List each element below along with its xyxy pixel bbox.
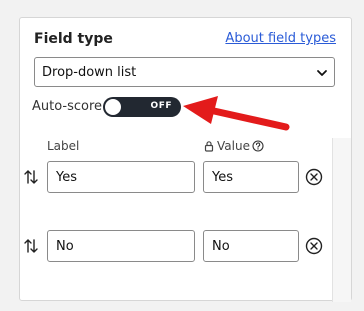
field-type-heading: Field type — [34, 31, 113, 47]
sort-arrows-icon[interactable] — [23, 169, 39, 185]
sort-arrows-icon[interactable] — [23, 238, 39, 254]
chevron-down-icon — [317, 70, 327, 76]
option-value-input[interactable] — [203, 161, 299, 193]
option-label-input[interactable] — [47, 161, 195, 193]
field-type-selected-value: Drop-down list — [42, 65, 137, 80]
option-label-input[interactable] — [47, 230, 195, 262]
remove-circle-icon[interactable] — [305, 168, 323, 186]
label-column-header: Label — [47, 139, 80, 153]
lock-icon — [204, 141, 214, 152]
option-row — [20, 161, 351, 193]
remove-circle-icon[interactable] — [305, 237, 323, 255]
option-value-input[interactable] — [203, 230, 299, 262]
value-column-header: Value — [203, 139, 264, 153]
option-row — [20, 230, 351, 262]
toggle-state-text: OFF — [150, 101, 172, 111]
toggle-knob — [105, 99, 121, 115]
field-type-select[interactable]: Drop-down list — [34, 57, 335, 87]
field-settings-panel: Field type About field types Drop-down l… — [19, 17, 352, 302]
auto-score-label: Auto-score — [32, 99, 103, 114]
auto-score-toggle[interactable]: OFF — [103, 97, 181, 117]
help-icon[interactable] — [252, 140, 264, 152]
value-column-label: Value — [217, 139, 250, 153]
about-field-types-link[interactable]: About field types — [225, 31, 336, 46]
